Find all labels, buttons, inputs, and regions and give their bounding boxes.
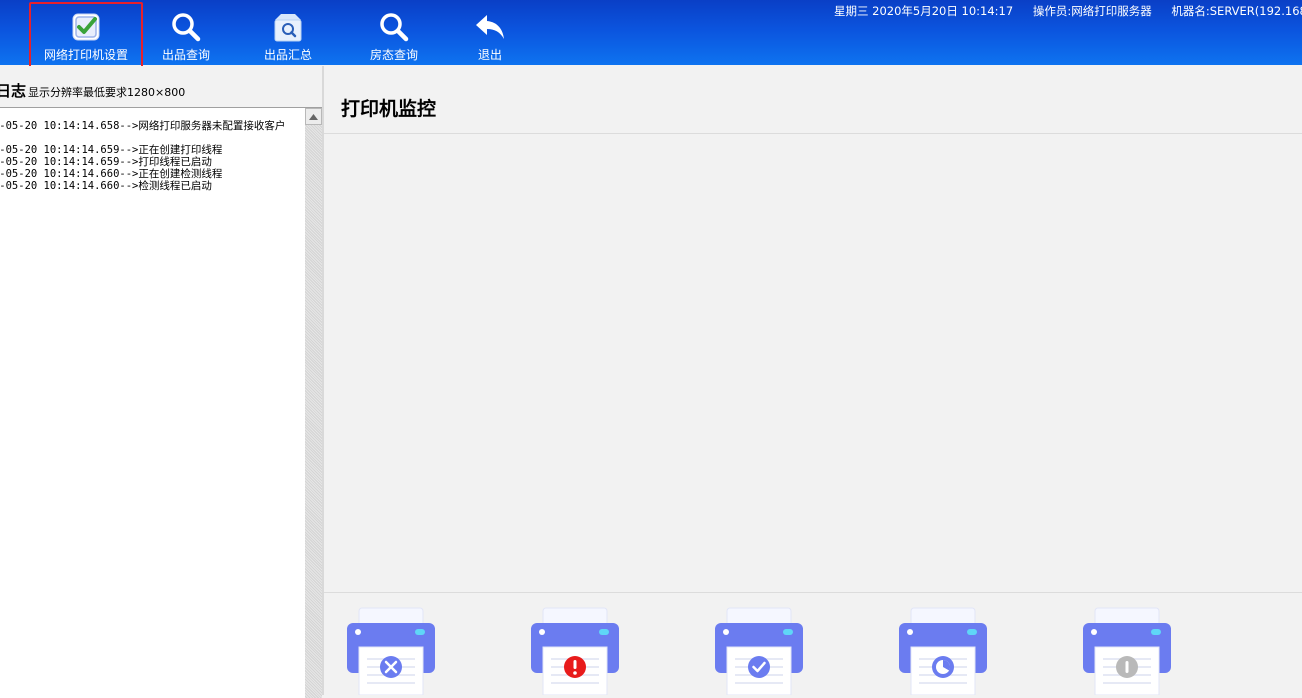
search-icon xyxy=(376,9,412,45)
status-bar: 星期三 2020年5月20日 10:14:17 操作员:网络打印服务器 机器名:… xyxy=(834,3,1302,19)
printer-unknown-icon xyxy=(1081,605,1173,695)
selected-tool-highlight xyxy=(29,2,143,74)
toolbar-item-label: 房态查询 xyxy=(369,48,418,62)
printer-alert-icon xyxy=(529,605,621,695)
printer-ok-icon xyxy=(713,605,805,695)
printer-monitor-area xyxy=(324,134,1302,592)
main-toolbar: 网络打印机设置 出品查询 出品汇总 房态查询 退出 星期三 2020年5月20日… xyxy=(0,0,1302,65)
toolbar-item-label: 出品汇总 xyxy=(263,48,312,62)
log-line: 2020-05-20 10:14:14.660-->正在创建检测线程 xyxy=(0,168,223,180)
toolbar-exit-button[interactable]: 退出 xyxy=(458,0,522,65)
toolbar-item-label: 出品查询 xyxy=(161,48,210,62)
box-search-icon xyxy=(270,9,306,45)
log-line: 2020-05-20 10:14:14.658-->网络打印服务器未配置接收客户 xyxy=(0,120,286,132)
scroll-up-button[interactable] xyxy=(305,108,322,125)
log-line: 2020-05-20 10:14:14.659-->正在创建打印线程 xyxy=(0,144,223,156)
toolbar-room-status-query-button[interactable]: 房态查询 xyxy=(358,0,430,65)
log-line: 2020-05-20 10:14:14.660-->检测线程已启动 xyxy=(0,180,212,192)
resolution-hint: 显示分辨率最低要求1280×800 xyxy=(28,86,186,99)
status-operator: 操作员:网络打印服务器 xyxy=(1032,4,1152,18)
legend-separator xyxy=(324,592,1302,593)
log-line: 2020-05-20 10:14:14.659-->打印线程已启动 xyxy=(0,156,212,168)
printer-error-x-icon xyxy=(345,605,437,695)
toolbar-item-label: 退出 xyxy=(477,48,502,62)
search-icon xyxy=(168,9,204,45)
printer-busy-icon xyxy=(897,605,989,695)
log-scrollbar[interactable] xyxy=(305,107,322,698)
log-panel-title: 日志 xyxy=(0,82,27,100)
monitor-title: 打印机监控 xyxy=(341,98,437,120)
return-arrow-icon xyxy=(472,9,508,45)
toolbar-product-query-button[interactable]: 出品查询 xyxy=(150,0,222,65)
status-datetime: 星期三 2020年5月20日 10:14:17 xyxy=(834,4,1014,18)
log-text-area[interactable]: 2020-05-20 10:14:14.658-->网络打印服务器未配置接收客户… xyxy=(0,107,305,698)
triangle-up-icon xyxy=(309,113,318,120)
status-machine-name: 机器名:SERVER(192.168. xyxy=(1171,4,1302,18)
log-panel-header: 日志 显示分辨率最低要求1280×800 xyxy=(0,66,323,106)
toolbar-product-summary-button[interactable]: 出品汇总 xyxy=(252,0,324,65)
